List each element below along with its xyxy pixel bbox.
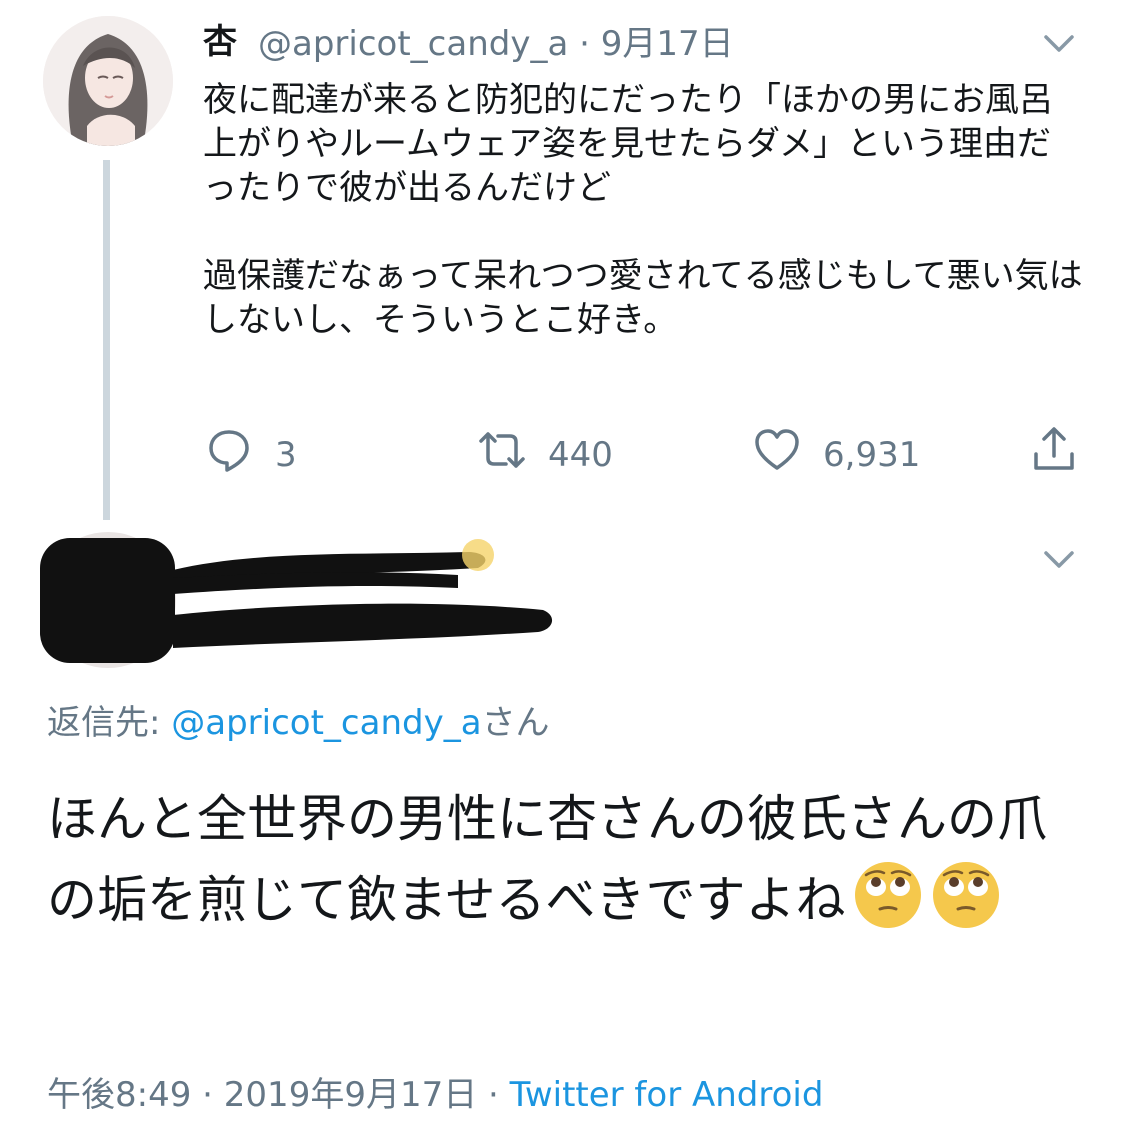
share-button[interactable] bbox=[1030, 426, 1078, 483]
face-with-rolling-eyes-icon bbox=[852, 859, 924, 931]
retweet-icon bbox=[478, 426, 526, 483]
tweet-actions: 3 440 6,931 bbox=[0, 426, 1125, 486]
author-handle[interactable]: @apricot_candy_a bbox=[258, 24, 568, 64]
chevron-down-icon[interactable] bbox=[1040, 540, 1078, 578]
separator-dot: · bbox=[477, 1075, 510, 1115]
reply-text-block: ほんと全世界の男性に杏さんの彼氏さんの爪の垢を煎じて飲ませるべきですよね bbox=[47, 780, 1087, 940]
avatar[interactable] bbox=[43, 16, 173, 146]
replying-to-label: 返信先: bbox=[47, 703, 172, 743]
heart-icon bbox=[753, 426, 801, 483]
separator-dot: · bbox=[191, 1075, 224, 1115]
redacted-author-info bbox=[38, 530, 558, 670]
reply-button[interactable]: 3 bbox=[205, 426, 297, 483]
tweet-date[interactable]: 9月17日 bbox=[601, 24, 734, 64]
reply-date: 2019年9月17日 bbox=[223, 1075, 478, 1115]
tweet-source-link[interactable]: Twitter for Android bbox=[510, 1075, 824, 1115]
reply-time: 午後8:49 bbox=[47, 1075, 192, 1115]
retweet-button[interactable]: 440 bbox=[478, 426, 613, 483]
retweet-count: 440 bbox=[548, 434, 613, 475]
replying-to: 返信先: @apricot_candy_aさん bbox=[47, 695, 550, 744]
author-name[interactable]: 杏 bbox=[203, 14, 237, 63]
share-icon bbox=[1030, 426, 1078, 483]
author-handle-and-date[interactable]: @apricot_candy_a · 9月17日 bbox=[258, 16, 734, 65]
like-count: 6,931 bbox=[823, 434, 921, 475]
separator-dot: · bbox=[579, 24, 590, 64]
reply-metadata: 午後8:49 · 2019年9月17日 · Twitter for Androi… bbox=[47, 1067, 823, 1116]
reply-count: 3 bbox=[275, 434, 297, 475]
tweet-text: 夜に配達が来ると防犯的にだったり「ほかの男にお風呂上がりやルームウェア姿を見せた… bbox=[203, 80, 1083, 340]
face-with-rolling-eyes-icon bbox=[930, 859, 1002, 931]
reply-icon bbox=[205, 426, 253, 483]
replying-to-suffix: さん bbox=[481, 703, 550, 743]
replying-to-handle[interactable]: @apricot_candy_a bbox=[171, 703, 481, 743]
like-button[interactable]: 6,931 bbox=[753, 426, 920, 483]
chevron-down-icon[interactable] bbox=[1040, 24, 1078, 62]
